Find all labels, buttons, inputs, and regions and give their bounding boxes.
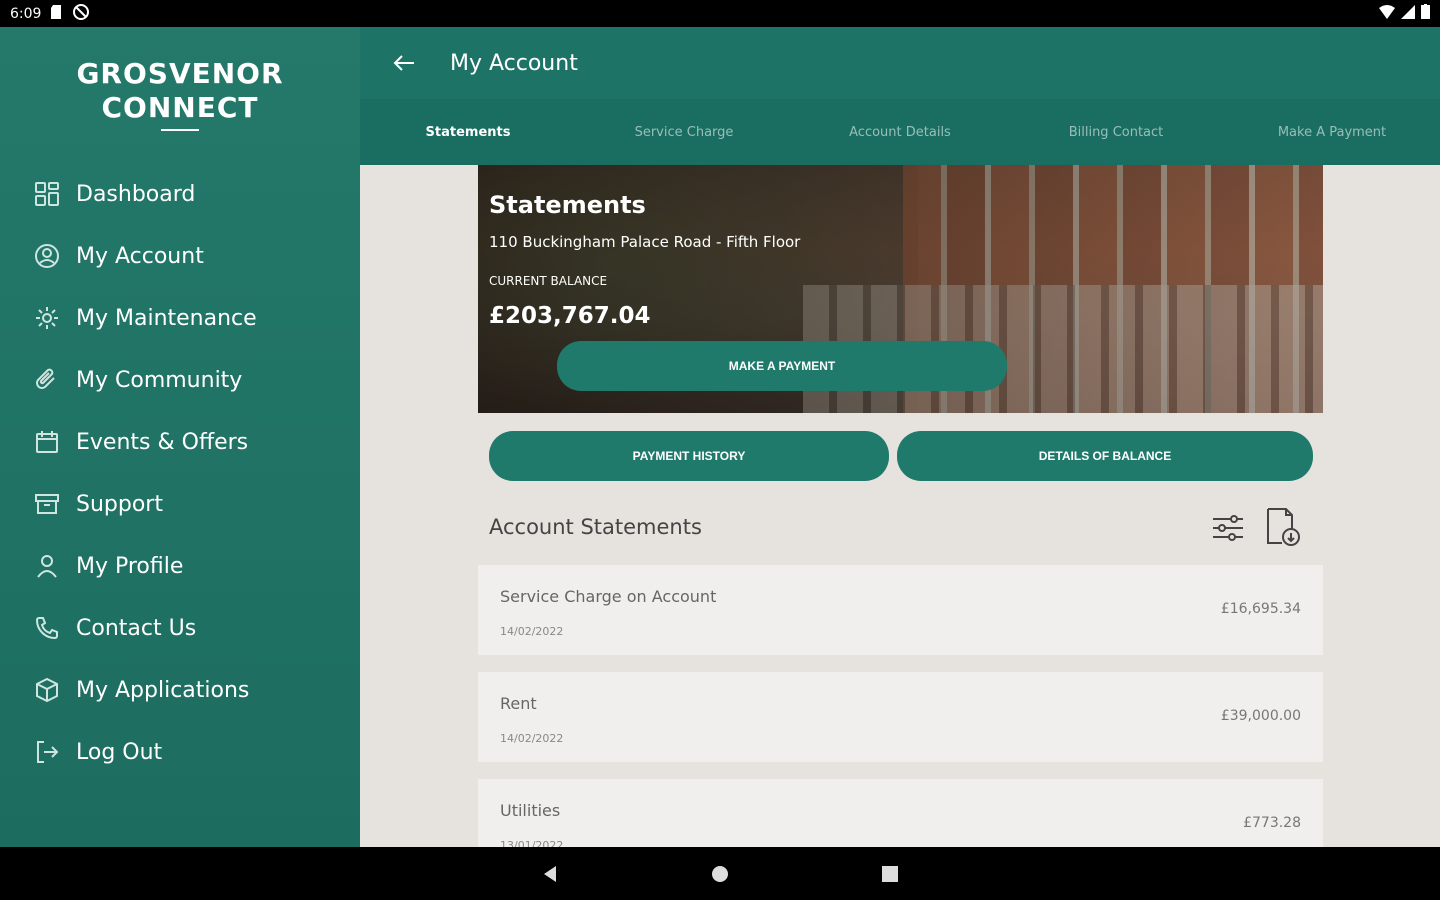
page-title: My Account (450, 50, 578, 76)
sidebar-item-support[interactable]: Support (32, 473, 257, 535)
paperclip-icon (32, 365, 62, 395)
tab-service-charge[interactable]: Service Charge (576, 99, 792, 165)
back-arrow-icon[interactable] (384, 43, 424, 83)
account-circle-icon (32, 241, 62, 271)
logo-underline (161, 129, 199, 131)
balance-label: CURRENT BALANCE (489, 274, 608, 288)
nav-home-icon[interactable] (705, 859, 735, 889)
sidebar: GROSVENOR CONNECT Dashboard My Account M… (0, 27, 360, 847)
signal-icon (1401, 4, 1415, 23)
details-of-balance-button[interactable]: DETAILS OF BALANCE (897, 431, 1313, 481)
sidebar-item-dashboard[interactable]: Dashboard (32, 163, 257, 225)
statement-date: 13/01/2022 (500, 839, 564, 847)
sidebar-item-events-offers[interactable]: Events & Offers (32, 411, 257, 473)
balance-value: £203,767.04 (489, 303, 651, 329)
sidebar-item-my-maintenance[interactable]: My Maintenance (32, 287, 257, 349)
sidebar-item-label: Log Out (76, 739, 163, 765)
statement-row[interactable]: Service Charge on Account 14/02/2022 £16… (478, 565, 1323, 655)
tab-account-details[interactable]: Account Details (792, 99, 1008, 165)
person-icon (32, 551, 62, 581)
payment-history-button[interactable]: PAYMENT HISTORY (489, 431, 889, 481)
status-bar: 6:09 (0, 0, 1440, 27)
sidebar-item-my-account[interactable]: My Account (32, 225, 257, 287)
block-notification-icon (73, 3, 90, 24)
wifi-icon (1379, 4, 1395, 23)
statement-amount: £39,000.00 (1220, 708, 1301, 724)
statement-amount: £16,695.34 (1220, 601, 1301, 617)
statement-row[interactable]: Utilities 13/01/2022 £773.28 (478, 779, 1323, 847)
status-time: 6:09 (10, 5, 42, 22)
sidebar-item-label: My Community (76, 367, 243, 393)
gear-icon (32, 303, 62, 333)
statement-title: Service Charge on Account (500, 587, 717, 606)
logo: GROSVENOR CONNECT (0, 57, 360, 131)
sidebar-nav: Dashboard My Account My Maintenance My C… (32, 163, 257, 783)
sidebar-item-label: My Maintenance (76, 305, 257, 331)
app-header: My Account Statements Service Charge Acc… (360, 27, 1440, 165)
account-statements-heading: Account Statements (489, 515, 702, 539)
make-payment-button[interactable]: MAKE A PAYMENT (557, 341, 1007, 391)
calendar-icon (32, 427, 62, 457)
sidebar-item-label: My Applications (76, 677, 250, 703)
main-content: Statements 110 Buckingham Palace Road - … (360, 165, 1440, 847)
logo-line-2: CONNECT (101, 91, 259, 124)
sidebar-item-my-community[interactable]: My Community (32, 349, 257, 411)
logo-line-1: GROSVENOR (76, 57, 284, 90)
statement-amount: £773.28 (1243, 815, 1301, 831)
tab-billing-contact[interactable]: Billing Contact (1008, 99, 1224, 165)
archive-box-icon (32, 489, 62, 519)
statement-row[interactable]: Rent 14/02/2022 £39,000.00 (478, 672, 1323, 762)
sidebar-item-label: Contact Us (76, 615, 197, 641)
hero-address: 110 Buckingham Palace Road - Fifth Floor (489, 233, 801, 251)
battery-icon (1421, 4, 1430, 23)
statement-title: Rent (500, 694, 537, 713)
sidebar-item-log-out[interactable]: Log Out (32, 721, 257, 783)
sidebar-item-label: My Profile (76, 553, 184, 579)
sidebar-item-contact-us[interactable]: Contact Us (32, 597, 257, 659)
phone-icon (32, 613, 62, 643)
tab-statements[interactable]: Statements (360, 99, 576, 165)
statement-title: Utilities (500, 801, 561, 820)
sidebar-item-label: Support (76, 491, 163, 517)
hero-title: Statements (489, 191, 646, 219)
logout-icon (32, 737, 62, 767)
sidebar-item-label: Events & Offers (76, 429, 249, 455)
cube-icon (32, 675, 62, 705)
filter-sliders-icon[interactable] (1210, 510, 1246, 546)
nav-back-icon[interactable] (535, 859, 565, 889)
sd-card-icon (51, 4, 63, 23)
sidebar-item-label: Dashboard (76, 181, 196, 207)
dashboard-icon (32, 179, 62, 209)
statement-date: 14/02/2022 (500, 625, 564, 638)
nav-recents-icon[interactable] (875, 859, 905, 889)
android-nav-bar (0, 847, 1440, 900)
export-document-icon[interactable] (1264, 507, 1302, 547)
statement-date: 14/02/2022 (500, 732, 564, 745)
tab-bar: Statements Service Charge Account Detail… (360, 99, 1440, 165)
sidebar-item-label: My Account (76, 243, 204, 269)
sidebar-item-my-applications[interactable]: My Applications (32, 659, 257, 721)
sidebar-item-my-profile[interactable]: My Profile (32, 535, 257, 597)
tab-make-a-payment[interactable]: Make A Payment (1224, 99, 1440, 165)
